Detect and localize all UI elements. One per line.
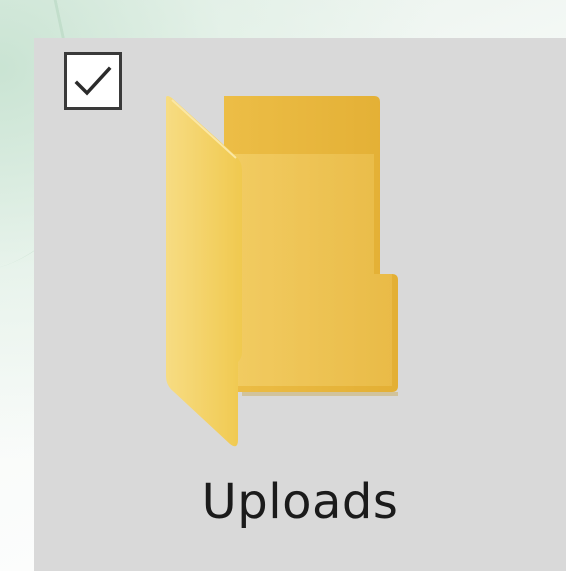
- folder-icon: [166, 96, 398, 447]
- selection-checkbox[interactable]: [64, 52, 122, 110]
- folder-name-label: Uploads: [201, 474, 399, 530]
- checkmark-icon: [74, 66, 112, 96]
- folder-item-uploads[interactable]: Uploads: [34, 38, 566, 571]
